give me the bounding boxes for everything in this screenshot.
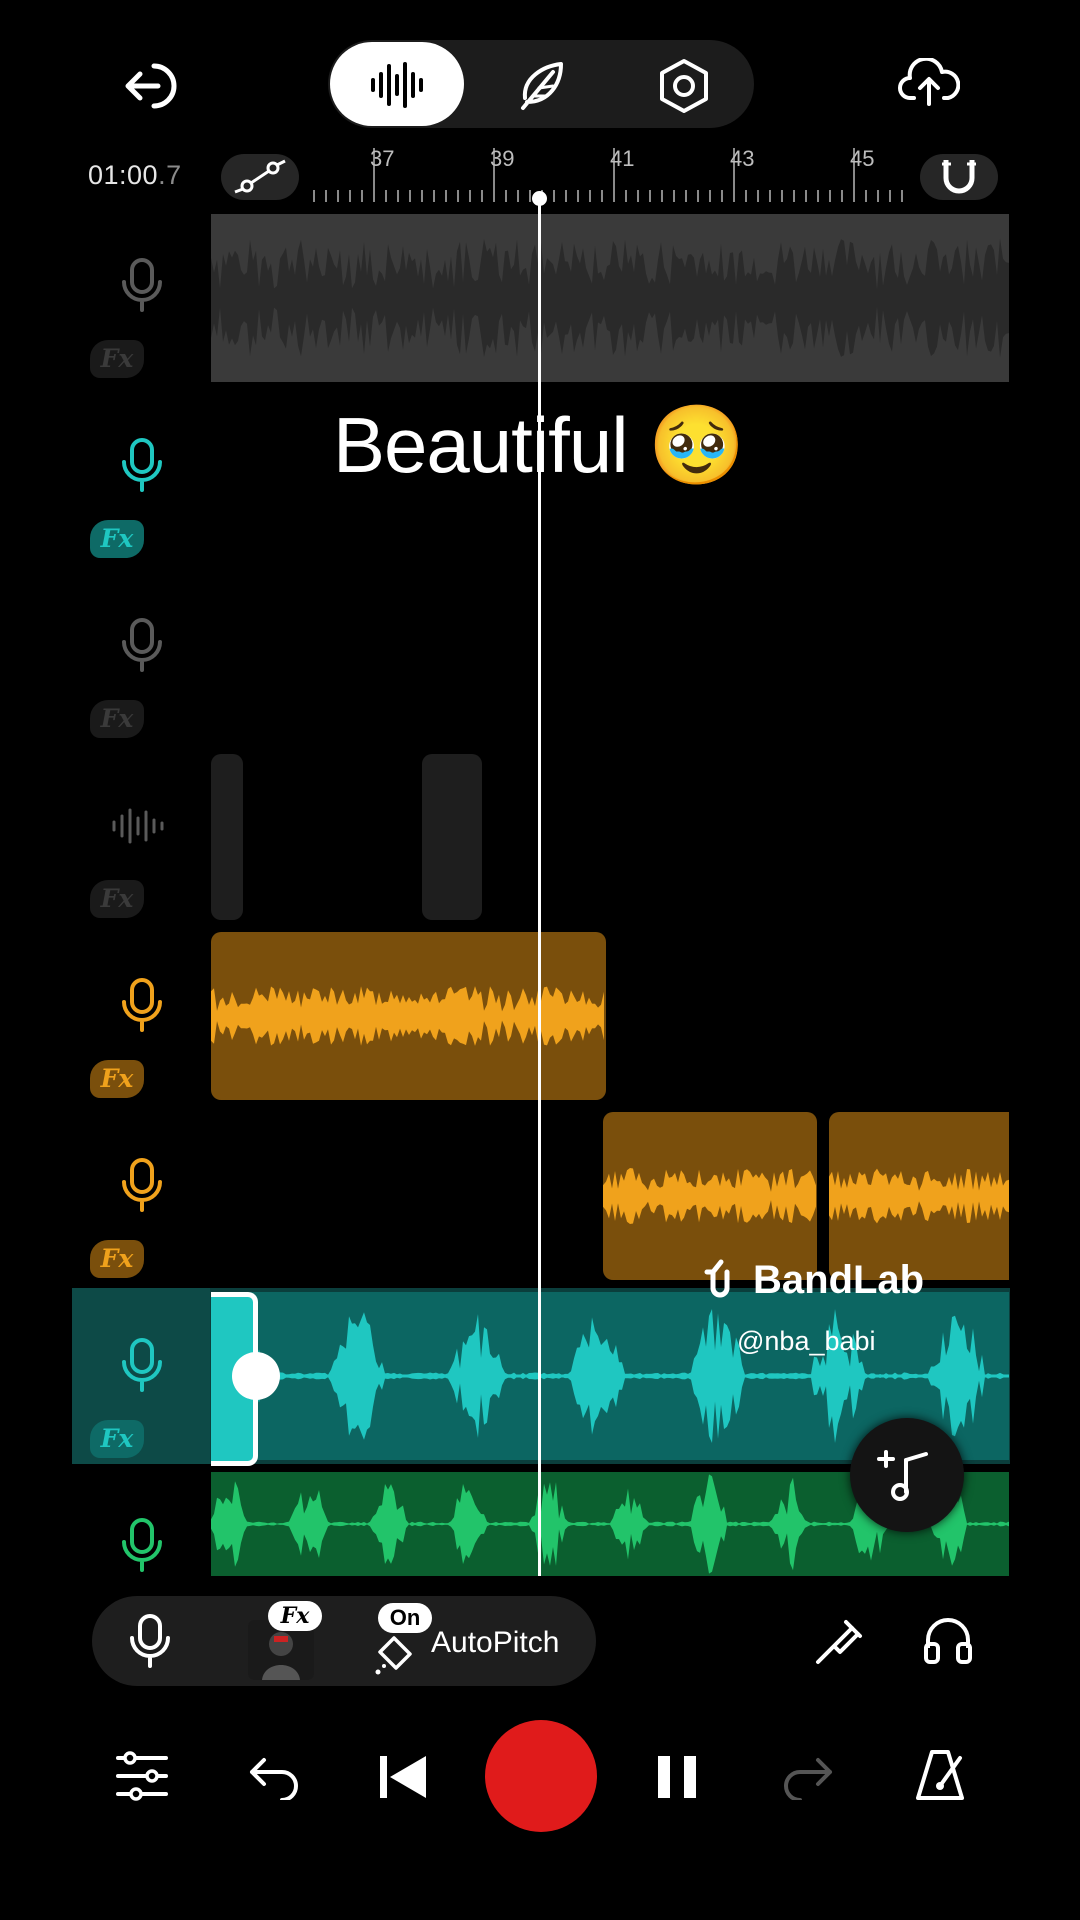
track-fx-button[interactable]: Fx [90,340,144,378]
mic-icon [130,1614,170,1668]
pause-icon [658,1756,696,1798]
feather-icon [521,62,563,110]
fx-label-badge: Fx [268,1601,322,1631]
track-4-clip-a[interactable] [211,754,243,920]
record-source-mic-button[interactable] [128,1614,172,1673]
pause-button[interactable] [656,1754,698,1805]
tab-feather[interactable] [513,58,569,114]
ruler-marker: 45 [850,146,875,171]
undo-icon [250,1758,298,1802]
mic-icon [122,1338,162,1392]
exit-button[interactable] [124,62,178,110]
skip-back-icon [380,1756,426,1798]
brand-name: BandLab [753,1258,925,1302]
time-fraction: .7 [158,160,182,190]
playhead-time: 01:00.7 [88,160,182,191]
metronome-button[interactable] [912,1746,968,1809]
monitoring-headphones-button[interactable] [922,1614,974,1671]
mic-icon [122,618,162,672]
waveform-icon [112,808,164,844]
redo-button[interactable] [780,1752,836,1805]
record-button[interactable] [485,1720,597,1832]
time-main: 01:00 [88,160,159,190]
add-instrument-button[interactable] [850,1418,964,1532]
track-4-clip-b[interactable] [422,754,482,920]
ruler-marker: 43 [730,146,755,171]
track-1-waveform [211,238,1009,358]
bandlab-logo-icon [704,1259,730,1298]
track-fx-button[interactable]: Fx [90,1060,144,1098]
clip-trim-handle[interactable] [232,1352,280,1400]
exit-icon [125,63,177,109]
track-6-clip-b[interactable] [829,1112,1009,1280]
cloud-upload-button[interactable] [898,58,960,108]
track-fx-button[interactable]: Fx [90,880,144,918]
waveform-tab-icon [367,62,427,108]
playhead-knob[interactable] [532,191,547,206]
cloud-upload-icon [898,58,960,106]
automation-icon [234,159,286,194]
tuner-button[interactable] [812,1614,866,1673]
creator-handle: @nba_babi [737,1326,876,1356]
ruler-marker: 41 [610,146,635,171]
settings-hex-icon [660,59,708,113]
headphones-icon [924,1618,972,1664]
track-fx-button[interactable]: Fx [90,700,144,738]
mic-icon [122,1518,162,1572]
track-fx-button[interactable]: Fx [90,1420,144,1458]
mic-icon [122,258,162,312]
add-track-icon [877,1450,928,1501]
track-1-clip[interactable] [211,214,1009,382]
magnet-icon [942,160,976,194]
sliders-icon [116,1751,168,1801]
track-fx-button[interactable]: Fx [90,520,144,558]
automation-button[interactable] [221,154,299,200]
tab-settings[interactable] [656,57,712,115]
redo-icon [784,1758,832,1802]
track-fx-button[interactable]: Fx [90,1240,144,1278]
autopitch-icon [372,1630,418,1681]
mixer-button[interactable] [114,1748,170,1809]
mic-icon [122,438,162,492]
ruler-marker: 37 [370,146,395,171]
snap-magnet-button[interactable] [920,154,998,200]
autopitch-on-badge: On [378,1603,432,1633]
metronome-icon [916,1750,964,1800]
mic-icon [122,1158,162,1212]
mic-icon [122,978,162,1032]
track-6-clip-a[interactable] [603,1112,817,1280]
skip-to-start-button[interactable] [378,1752,430,1807]
ruler-marker: 39 [490,146,515,171]
undo-button[interactable] [246,1752,302,1805]
track-5-clip[interactable] [211,932,606,1100]
tuning-fork-icon [816,1620,862,1664]
lyric-caption: Beautiful 🥹 [333,401,745,489]
autopitch-button[interactable]: AutoPitch [431,1626,559,1660]
